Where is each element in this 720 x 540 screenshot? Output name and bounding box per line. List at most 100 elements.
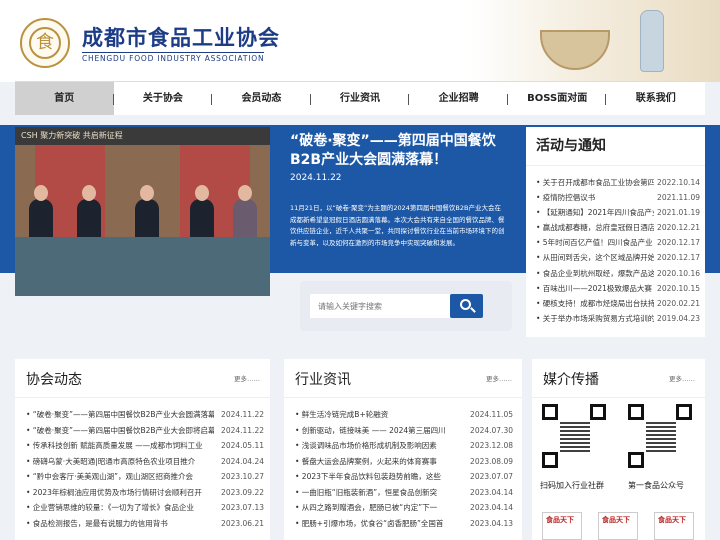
item-date: 2020.02.21 <box>657 298 700 308</box>
divider <box>15 397 270 398</box>
item-date: 2024.11.22 <box>221 410 264 419</box>
item-date: 2024.05.11 <box>221 441 264 450</box>
list-item[interactable]: • 传承科技创新 赋能高质量发展 ——成都市饲料工业 2024.05.11 <box>26 438 264 454</box>
qr-label-community: 扫码加入行业社群 <box>540 481 604 490</box>
item-date: 2019.04.23 <box>657 313 700 323</box>
list-item[interactable]: • 百味出川——2021极致爆品大赛 2020.10.15 <box>536 281 700 296</box>
nav-boss-interview[interactable]: BOSS面对面 <box>508 82 607 115</box>
item-title: • 鲜生活冷链完成B+轮融资 <box>295 410 389 419</box>
item-title: • 硬核支持！成都市烃烧局出台扶持政策 <box>536 298 654 308</box>
list-item[interactable]: • 磅礴乌蒙·大美昭通|昭通市高原特色农业项目推介 2024.04.24 <box>26 454 264 470</box>
community-qr-code <box>542 404 606 468</box>
item-title: • 磅礴乌蒙·大美昭通|昭通市高原特色农业项目推介 <box>26 456 196 466</box>
item-date: 2024.07.30 <box>470 425 513 435</box>
list-item[interactable]: • 5年时间百亿产值！四川食品产业 2020.12.17 <box>536 235 700 250</box>
list-item[interactable]: • 赢战成都春糖，总府皇冠假日酒店等你来2020.12.21 <box>536 220 700 235</box>
logo-emblem: 食 <box>29 27 61 59</box>
list-item[interactable]: • 浅谈调味品市场价格形成机制及影响因素 2023.12.08 <box>295 438 513 454</box>
item-title: • “黔中会客厅·美美观山湖”，观山湖区招商推介会 <box>26 472 193 481</box>
more-link[interactable]: 更多…… <box>669 373 695 383</box>
list-item[interactable]: • 餐盘大运会品牌案例，火起来的体育赛事 2023.08.09 <box>295 454 513 470</box>
list-item[interactable]: • 疫情防控倡议书 2021.11.09 <box>536 190 700 205</box>
photo-banner-text: CSH 聚力新突破 共启新征程 <box>15 127 270 145</box>
list-item[interactable]: • 企业营销思维的较量：《一切为了增长》食品企业 2023.07.13 <box>26 500 264 516</box>
list-item[interactable]: • 关于召开成都市食品工业协会第四届会员代表大会的通知2022.10.14 <box>536 175 700 190</box>
nav-member-news[interactable]: 会员动态 <box>212 82 311 115</box>
feature-date: 2024.11.22 <box>290 173 342 183</box>
item-title: • 从田间到舌尖，这个区域品牌开始发力 <box>536 253 654 263</box>
nav-label: 企业招聘 <box>438 93 479 104</box>
list-item[interactable]: • 2023年棕榈油应用优势及市场行情研讨会顺利召开 2023.09.22 <box>26 485 264 501</box>
item-title: • 一曲旧瓶“旧瓶装新酒”，恒星食品创新突 <box>295 487 438 497</box>
item-title: • 餐盘大运会品牌案例，火起来的体育赛事 <box>295 456 437 466</box>
site-header: 食 成都市食品工业协会 CHENGDU FOOD INDUSTRY ASSOCI… <box>0 0 720 82</box>
nav-recruitment[interactable]: 企业招聘 <box>409 82 508 115</box>
nav-industry-news[interactable]: 行业资讯 <box>311 82 410 115</box>
item-date: 2023.10.27 <box>221 472 264 481</box>
item-date: 2020.12.21 <box>657 223 700 233</box>
qr-pattern <box>560 422 590 452</box>
nav-contact[interactable]: 联系我们 <box>606 82 705 115</box>
card-title: 媒介传播 <box>543 372 599 388</box>
divider <box>532 397 705 398</box>
magazine-cover[interactable]: 食品天下 <box>654 512 694 540</box>
person-head <box>140 185 154 201</box>
item-title: • 百味出川——2021极致爆品大赛 <box>536 283 652 293</box>
item-date: 2021.11.09 <box>657 193 700 203</box>
item-date: 2022.10.14 <box>657 178 700 187</box>
list-item[interactable]: • 从田间到舌尖，这个区域品牌开始发力2020.12.17 <box>536 250 700 265</box>
list-item[interactable]: • 硬核支持！成都市烃烧局出台扶持政策2020.02.21 <box>536 296 700 311</box>
feature-photo[interactable]: CSH 聚力新突破 共启新征程 <box>15 127 270 296</box>
search-input[interactable] <box>310 294 450 318</box>
search-icon-handle <box>470 307 476 313</box>
notice-title: 活动与通知 <box>536 138 606 154</box>
list-item[interactable]: • 【延期通知】2021年四川食品产业发展大会2021.01.19 <box>536 205 700 220</box>
more-link[interactable]: 更多…… <box>234 373 260 383</box>
news-list: • “破卷·聚变”——第四届中国餐饮B2B产业大会圆满落幕 2024.11.22 … <box>26 407 264 531</box>
item-title: • 疫情防控倡议书 <box>536 193 596 203</box>
item-date: 2024.11.22 <box>221 425 264 435</box>
magazine-title: 食品天下 <box>546 516 574 524</box>
magazine-cover[interactable]: 食品天下 <box>598 512 638 540</box>
item-date: 2020.10.15 <box>657 283 700 293</box>
item-title: • 【延期通知】2021年四川食品产业发展大会 <box>536 208 654 218</box>
nav-home[interactable]: 首页 <box>15 82 114 115</box>
search-box <box>300 281 512 331</box>
list-item[interactable]: • 鲜生活冷链完成B+轮融资 2024.11.05 <box>295 407 513 423</box>
list-item[interactable]: • “破卷·聚变”——第四届中国餐饮B2B产业大会即将启幕 2024.11.22 <box>26 423 264 439</box>
qr-corner <box>676 404 692 420</box>
list-item[interactable]: • 2023下半年食品饮料包装趋势前瞻，这些 2023.07.07 <box>295 469 513 485</box>
notice-list: • 关于召开成都市食品工业协会第四届会员代表大会的通知2022.10.14 • … <box>536 175 700 326</box>
nav-label: 首页 <box>54 93 75 104</box>
qr-corner <box>628 452 644 468</box>
association-logo[interactable]: 食 <box>20 18 70 68</box>
item-date: 2020.12.17 <box>657 253 700 263</box>
list-item[interactable]: • 关于举办市场采购贸易方式培训的通知2019.04.23 <box>536 311 700 326</box>
item-title: • 创新驱动，链接味美 —— 2024第三届四川 <box>295 425 446 435</box>
list-item[interactable]: • 食品检测报告，是最有说服力的信用背书 2023.06.21 <box>26 516 264 532</box>
list-item[interactable]: • 肥肠+引爆市场，优食谷“卤香肥肠”全国首 2023.04.13 <box>295 516 513 532</box>
list-item[interactable]: • 从四之路到赠酒会，肥肠已被“内定”下一 2023.04.14 <box>295 500 513 516</box>
magazine-title: 食品天下 <box>602 516 630 524</box>
feature-summary: 11月21日，以“破卷·聚变”为主题的2024第四届中国餐饮B2B产业大会在成都… <box>290 204 505 247</box>
search-button[interactable] <box>450 294 483 318</box>
nav-about[interactable]: 关于协会 <box>114 82 213 115</box>
list-item[interactable]: • 食品企业到杭州取经，爆款产品这样打造2020.10.16 <box>536 266 700 281</box>
list-item[interactable]: • “黔中会客厅·美美观山湖”，观山湖区招商推介会 2023.10.27 <box>26 469 264 485</box>
feature-headline[interactable]: “破卷·聚变”——第四届中国餐饮B2B产业大会圆满落幕！ <box>290 132 505 170</box>
list-item[interactable]: • “破卷·聚变”——第四届中国餐饮B2B产业大会圆满落幕 2024.11.22 <box>26 407 264 423</box>
item-date: 2023.06.21 <box>221 518 264 528</box>
item-date: 2023.12.08 <box>470 441 513 450</box>
magazine-title: 食品天下 <box>658 516 686 524</box>
item-date: 2024.11.05 <box>470 410 513 419</box>
nav-label: 会员动态 <box>241 93 282 104</box>
item-title: • 2023年棕榈油应用优势及市场行情研讨会顺利召开 <box>26 487 202 497</box>
item-title: • 食品企业到杭州取经，爆款产品这样打造 <box>536 268 654 278</box>
nav-label: 行业资讯 <box>340 93 381 104</box>
table-cloth <box>15 237 270 296</box>
list-item[interactable]: • 一曲旧瓶“旧瓶装新酒”，恒星食品创新突 2023.04.14 <box>295 485 513 501</box>
magazine-cover[interactable]: 食品天下 <box>542 512 582 540</box>
qr-label-wechat: 第一食品公众号 <box>628 481 684 490</box>
more-link[interactable]: 更多…… <box>486 373 512 383</box>
list-item[interactable]: • 创新驱动，链接味美 —— 2024第三届四川 2024.07.30 <box>295 423 513 439</box>
